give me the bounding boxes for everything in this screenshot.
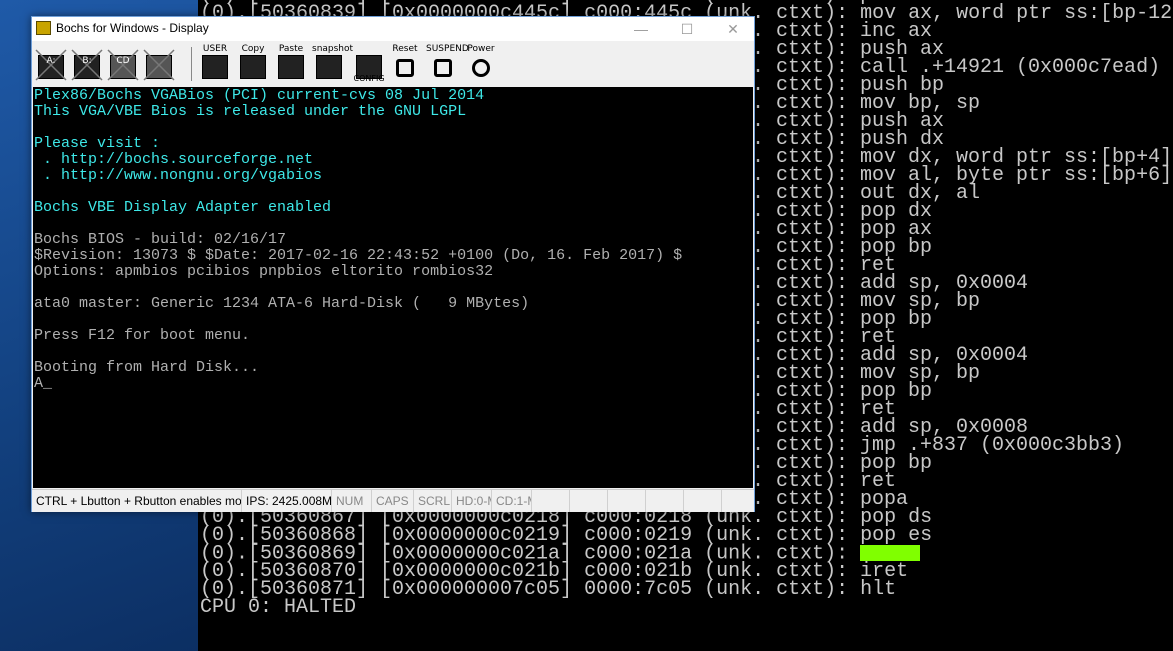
screen-text-line: $Revision: 13073 $ $Date: 2017-02-16 22:… <box>34 247 683 264</box>
status-hint: CTRL + Lbutton + Rbutton enables mo <box>32 490 242 512</box>
bochs-app-icon <box>36 21 51 35</box>
status-cell <box>570 490 608 512</box>
toolbar-copy-button[interactable]: Copy <box>236 44 270 82</box>
status-scrl: SCRL <box>414 490 452 512</box>
suspend-icon <box>434 59 452 77</box>
toolbar-label: SUSPEND <box>426 44 469 54</box>
status-bar: CTRL + Lbutton + Rbutton enables mo IPS:… <box>32 489 754 512</box>
toolbar-floppy-b-button[interactable]: B: <box>70 44 104 82</box>
screen-text-line: Bochs BIOS - build: 02/16/17 <box>34 231 287 248</box>
status-caps: CAPS <box>372 490 414 512</box>
screen-text-line: Options: apmbios pcibios pnpbios eltorit… <box>34 263 494 280</box>
toolbar-user-button[interactable]: USER <box>198 44 232 82</box>
text-selection-highlight <box>860 545 921 561</box>
screen-text-line: This VGA/VBE Bios is released under the … <box>34 103 467 120</box>
minimize-button[interactable]: — <box>618 17 664 41</box>
screen-text-line: Booting from Hard Disk... <box>34 359 260 376</box>
toolbar-snapshot-button[interactable]: snapshot <box>312 44 354 82</box>
reset-icon <box>396 59 414 77</box>
toolbar: A: B: CD USER Copy Paste snapshot CONFIG Reset SU… <box>32 41 754 87</box>
toolbar-paste-button[interactable]: Paste <box>274 44 308 82</box>
toolbar-label: CONFIG <box>353 74 385 83</box>
paste-icon <box>278 55 304 79</box>
toolbar-label: Paste <box>278 44 304 54</box>
toolbar-floppy-a-button[interactable]: A: <box>34 44 68 82</box>
screen-text-line: . http://www.nongnu.org/vgabios <box>34 167 323 184</box>
status-cell <box>646 490 684 512</box>
status-cell <box>532 490 570 512</box>
toolbar-label: B: <box>82 56 92 66</box>
status-num: NUM <box>332 490 372 512</box>
toolbar-mouse-button[interactable] <box>142 44 176 82</box>
toolbar-config-button[interactable]: CONFIG <box>352 44 386 83</box>
keyboard-icon <box>202 55 228 79</box>
toolbar-separator <box>191 47 192 81</box>
window-title: Bochs for Windows - Display <box>56 21 209 35</box>
status-cell <box>684 490 722 512</box>
bochs-display-window: Bochs for Windows - Display — ☐ ✕ A: B: CD… <box>31 16 755 512</box>
toolbar-label: Power <box>467 44 495 54</box>
toolbar-label: CD <box>116 56 130 66</box>
maximize-button[interactable]: ☐ <box>664 17 710 41</box>
status-cd1: CD:1-M <box>492 490 532 512</box>
status-cell <box>608 490 646 512</box>
toolbar-label: USER <box>202 44 228 54</box>
disabled-cross-icon <box>142 48 176 82</box>
console-line-text: CPU 0: HALTED <box>200 596 357 619</box>
status-ips: IPS: 2425.008M <box>242 490 332 512</box>
screen-text-line: Bochs VBE Display Adapter enabled <box>34 199 332 216</box>
toolbar-label: Copy <box>241 44 265 54</box>
toolbar-label: A: <box>46 56 56 66</box>
toolbar-label: snapshot <box>312 44 354 54</box>
toolbar-reset-button[interactable]: Reset <box>388 44 422 82</box>
status-hd0: HD:0-M <box>452 490 492 512</box>
screen-text-line: ata0 master: Generic 1234 ATA-6 Hard-Dis… <box>34 295 530 312</box>
emulated-vga-screen[interactable]: Plex86/Bochs VGABios (PCI) current-cvs 0… <box>33 87 753 488</box>
screen-text-line: . http://bochs.sourceforge.net <box>34 151 314 168</box>
close-button[interactable]: ✕ <box>710 17 756 41</box>
screen-text-line: Plex86/Bochs VGABios (PCI) current-cvs 0… <box>34 87 485 104</box>
toolbar-power-button[interactable]: Power <box>464 44 498 82</box>
toolbar-label: Reset <box>392 44 418 54</box>
toolbar-suspend-button[interactable]: SUSPEND <box>426 44 469 82</box>
copy-icon <box>240 55 266 79</box>
title-bar[interactable]: Bochs for Windows - Display — ☐ ✕ <box>32 17 754 41</box>
toolbar-cdrom-button[interactable]: CD <box>106 44 140 82</box>
console-line: CPU 0: HALTED <box>200 596 357 619</box>
power-icon <box>472 59 490 77</box>
camera-icon <box>316 55 342 79</box>
screen-text-line: Press F12 for boot menu. <box>34 327 251 344</box>
screen-text-line: A_ <box>34 375 53 392</box>
screen-text-line: Please visit : <box>34 135 161 152</box>
